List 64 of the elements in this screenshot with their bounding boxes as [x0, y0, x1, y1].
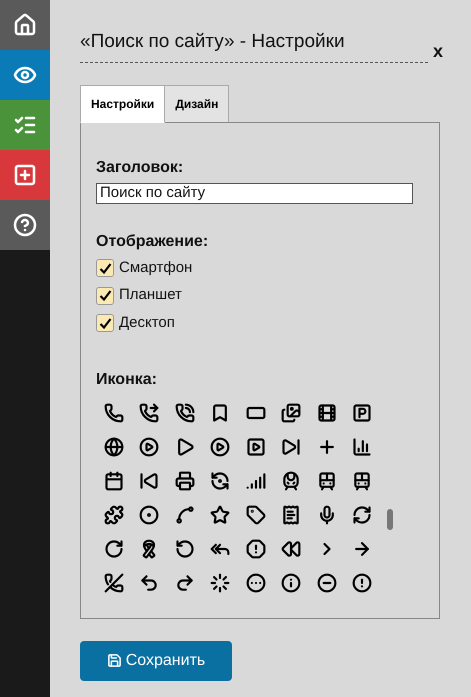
rotate-left-icon[interactable] — [174, 539, 195, 560]
field-label: Иконка: — [96, 370, 158, 390]
bar-chart-icon[interactable] — [352, 437, 372, 458]
redo-icon[interactable] — [174, 573, 195, 594]
tab[interactable]: Дизайн — [164, 84, 230, 122]
sidebar-button[interactable] — [0, 50, 50, 100]
checkbox-label: Смартфон — [119, 258, 192, 278]
rotate-right-icon[interactable] — [104, 539, 124, 560]
dialog-title: «Поиск по сайту» - Настройки — [80, 28, 428, 62]
phone-call-icon[interactable] — [174, 403, 195, 424]
skip-back-icon[interactable] — [139, 471, 160, 492]
radio-dot-icon[interactable] — [139, 505, 160, 526]
close-button[interactable]: x — [433, 42, 444, 60]
phone-hangup-icon[interactable] — [104, 573, 124, 594]
checkbox-label: Десктоп — [119, 312, 175, 333]
checkmark-icon — [98, 316, 112, 330]
play-circle-icon[interactable] — [210, 437, 230, 458]
subway-icon[interactable] — [352, 471, 372, 492]
train-icon[interactable] — [281, 471, 302, 492]
images-icon[interactable] — [281, 403, 302, 424]
plus-square-icon — [13, 163, 37, 187]
calendar-icon[interactable] — [104, 471, 124, 492]
circle-alert-icon[interactable] — [352, 573, 372, 594]
sidebar-button[interactable] — [0, 150, 50, 200]
signal-icon[interactable] — [246, 471, 266, 492]
phone-forward-icon[interactable] — [139, 403, 160, 424]
circle-dots-icon[interactable] — [246, 573, 266, 594]
printer-icon[interactable] — [174, 471, 195, 492]
field-label: Заголовок: — [96, 158, 184, 178]
square-play-icon[interactable] — [246, 437, 266, 458]
tram-icon[interactable] — [316, 471, 337, 492]
tag-icon[interactable] — [246, 505, 266, 526]
film-icon[interactable] — [316, 403, 337, 424]
heading-input[interactable]: Поиск по сайту — [96, 182, 413, 204]
receipt-icon[interactable] — [281, 505, 302, 526]
tab[interactable]: Настройки — [80, 84, 166, 122]
rewind-icon[interactable] — [281, 539, 302, 560]
checkbox[interactable] — [96, 286, 114, 304]
sidebar-button[interactable] — [0, 0, 50, 50]
globe-icon[interactable] — [104, 437, 124, 458]
circle-minus-icon[interactable] — [316, 573, 337, 594]
checkmark-icon — [98, 289, 112, 302]
star-icon[interactable] — [210, 505, 230, 526]
save-button[interactable]: Сохранить — [80, 640, 232, 680]
octagon-alert-icon[interactable] — [246, 539, 266, 560]
circle-play-icon[interactable] — [139, 437, 160, 458]
phone-icon[interactable] — [104, 403, 124, 424]
sidebar-button[interactable] — [0, 200, 50, 250]
loader-icon[interactable] — [210, 573, 230, 594]
refresh-icon[interactable] — [352, 505, 372, 526]
sidebar-button[interactable] — [0, 100, 50, 150]
skip-forward-icon[interactable] — [281, 437, 302, 458]
checkbox[interactable] — [96, 314, 114, 332]
field-label: Отображение: — [96, 232, 210, 252]
checkbox[interactable] — [96, 259, 114, 277]
scrollbar-thumb[interactable] — [387, 508, 393, 530]
undo-icon[interactable] — [139, 573, 160, 594]
help-icon — [13, 213, 37, 237]
home-icon — [13, 13, 37, 37]
puzzle-icon[interactable] — [104, 505, 124, 526]
checkmark-icon — [98, 262, 112, 274]
info-icon[interactable] — [281, 573, 302, 594]
square-letter-icon[interactable] — [352, 403, 372, 424]
checkbox-label: Планшет — [119, 285, 182, 306]
